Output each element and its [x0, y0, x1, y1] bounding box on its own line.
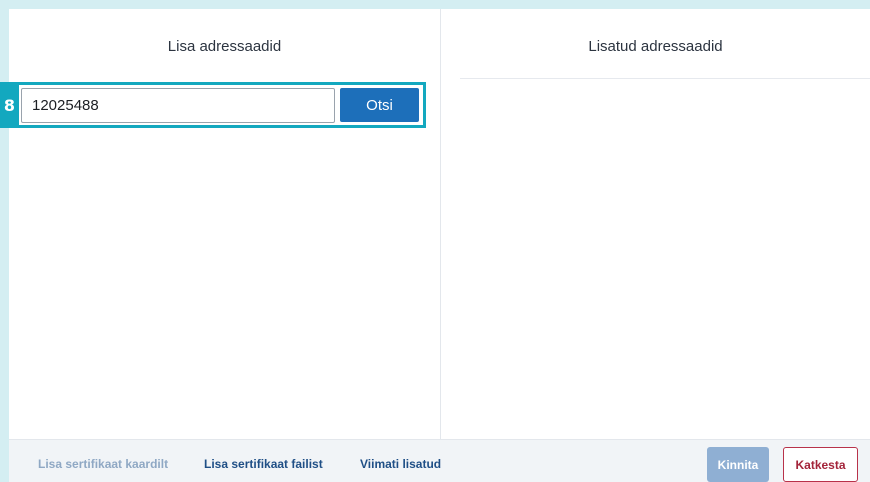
added-recipients-panel: Lisatud adressaadid: [441, 9, 870, 439]
added-recipients-title: Lisatud adressaadid: [588, 38, 723, 55]
recipient-search-input[interactable]: [21, 88, 335, 123]
add-recipients-panel: Lisa adressaadid 8 Otsi: [0, 9, 441, 439]
dialog-footer: Lisa sertifikaat kaardilt Lisa sertifika…: [9, 439, 870, 482]
add-recipients-title: Lisa adressaadid: [167, 38, 282, 55]
added-recipients-divider: [460, 78, 870, 79]
add-recipients-dialog: Lisa adressaadid 8 Otsi Lisatud adressaa…: [0, 9, 870, 482]
recently-added-link[interactable]: Viimati lisatud: [360, 457, 441, 471]
add-certificate-from-card-link[interactable]: Lisa sertifikaat kaardilt: [38, 457, 168, 471]
confirm-button[interactable]: Kinnita: [707, 447, 769, 482]
search-button[interactable]: Otsi: [340, 88, 419, 122]
cancel-button[interactable]: Katkesta: [783, 447, 858, 482]
add-certificate-from-file-link[interactable]: Lisa sertifikaat failist: [204, 457, 323, 471]
